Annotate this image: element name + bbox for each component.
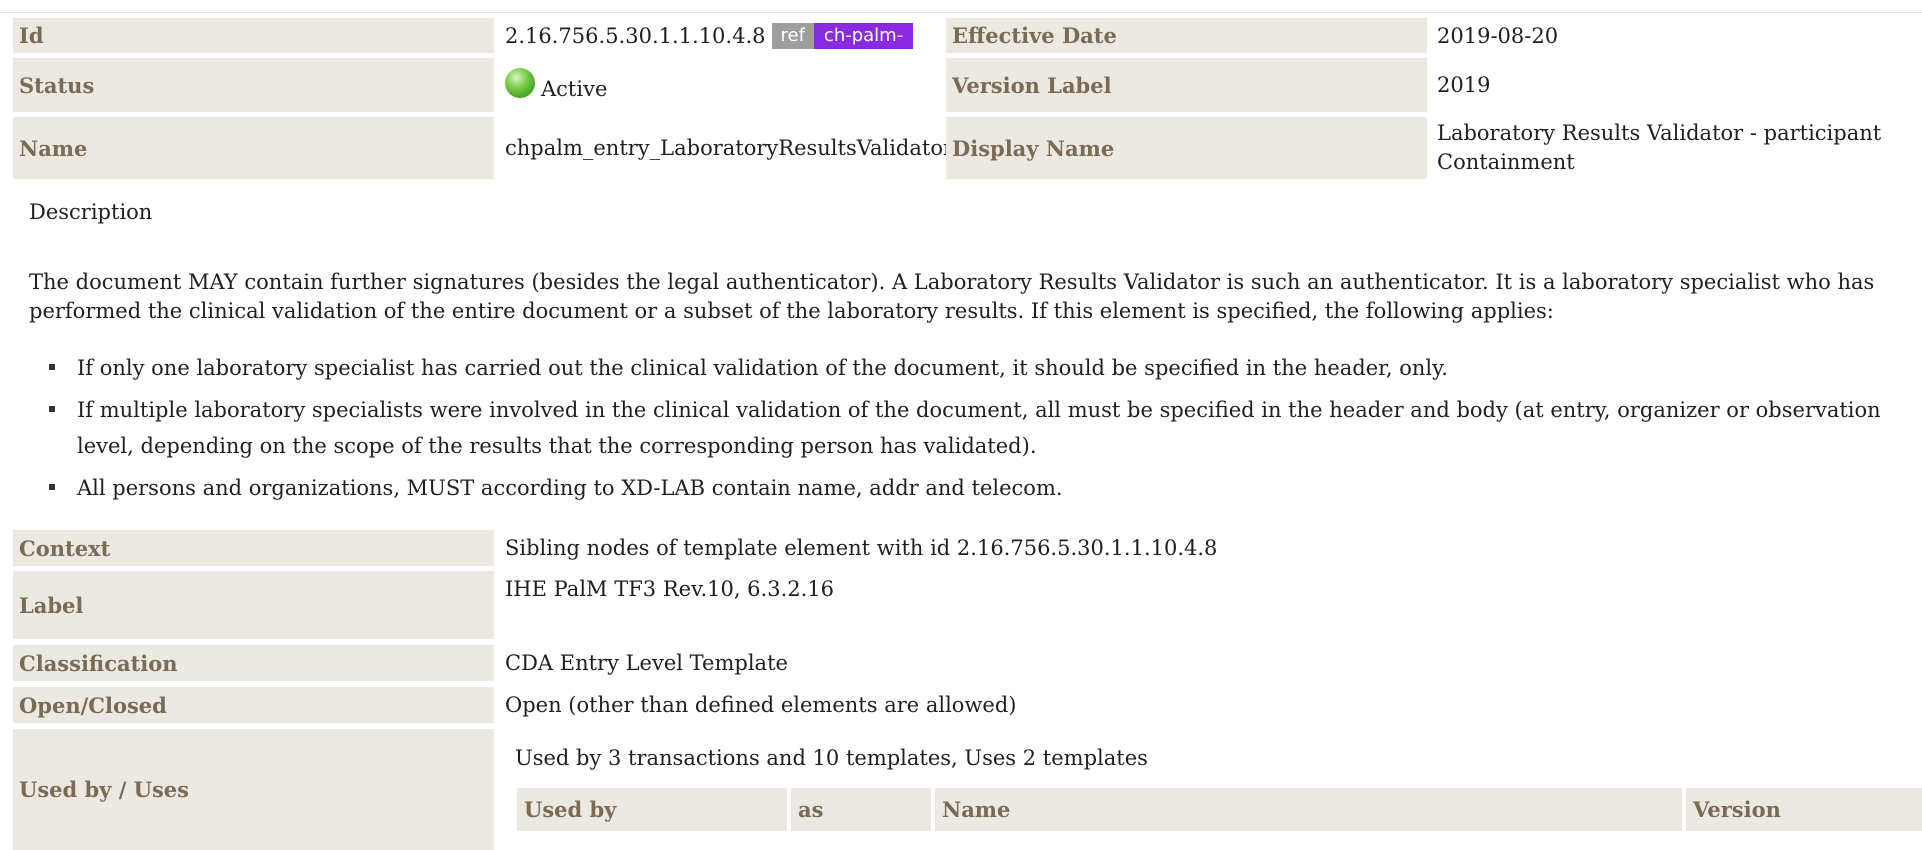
version-label-label: Version Label: [946, 58, 1427, 112]
id-value-cell: 2.16.756.5.30.1.1.10.4.8 ref ch-palm-: [505, 18, 940, 53]
description-title: Description: [29, 200, 153, 224]
status-value-cell: Active: [505, 58, 940, 112]
label-value: IHE PalM TF3 Rev.10, 6.3.2.16: [505, 577, 835, 601]
id-label: Id: [13, 18, 494, 53]
top-divider: [0, 12, 1922, 13]
name-label: Name: [13, 117, 494, 179]
id-value: 2.16.756.5.30.1.1.10.4.8: [505, 23, 766, 48]
classification-label: Classification: [13, 645, 494, 681]
label-label: Label: [13, 571, 494, 639]
open-closed-label: Open/Closed: [13, 687, 494, 723]
context-label: Context: [13, 530, 494, 566]
ref-badge: ref: [771, 22, 814, 49]
used-by-col-header[interactable]: Used by: [517, 788, 787, 831]
status-active-icon: [505, 68, 535, 98]
bullet-item: If multiple laboratory specialists were …: [29, 392, 1899, 464]
effective-date-value: 2019-08-20: [1437, 23, 1559, 48]
version-col-header[interactable]: Version: [1686, 788, 1922, 831]
open-closed-value: Open (other than defined elements are al…: [505, 693, 1017, 717]
classification-value: CDA Entry Level Template: [505, 651, 788, 675]
name-value: chpalm_entry_LaboratoryResultsValidator: [505, 136, 954, 160]
bullet-item: If only one laboratory specialist has ca…: [29, 350, 1899, 386]
description-bullets: If only one laboratory specialist has ca…: [29, 350, 1899, 512]
as-col-header[interactable]: as: [791, 788, 931, 831]
prefix-badge: ch-palm-: [813, 22, 914, 49]
context-value: Sibling nodes of template element with i…: [505, 536, 1218, 560]
description-text: The document MAY contain further signatu…: [29, 270, 1875, 323]
used-by-label: Used by / Uses: [13, 729, 494, 850]
version-label-value: 2019: [1437, 73, 1491, 97]
used-by-summary: Used by 3 transactions and 10 templates,…: [515, 746, 1148, 770]
name-col-header[interactable]: Name: [935, 788, 1682, 831]
display-name-label: Display Name: [946, 117, 1427, 179]
effective-date-label: Effective Date: [946, 18, 1427, 53]
status-label: Status: [13, 58, 494, 112]
status-value: Active: [541, 77, 608, 101]
bullet-item: All persons and organizations, MUST acco…: [29, 470, 1899, 506]
display-name-value: Laboratory Results Validator - participa…: [1437, 121, 1882, 174]
